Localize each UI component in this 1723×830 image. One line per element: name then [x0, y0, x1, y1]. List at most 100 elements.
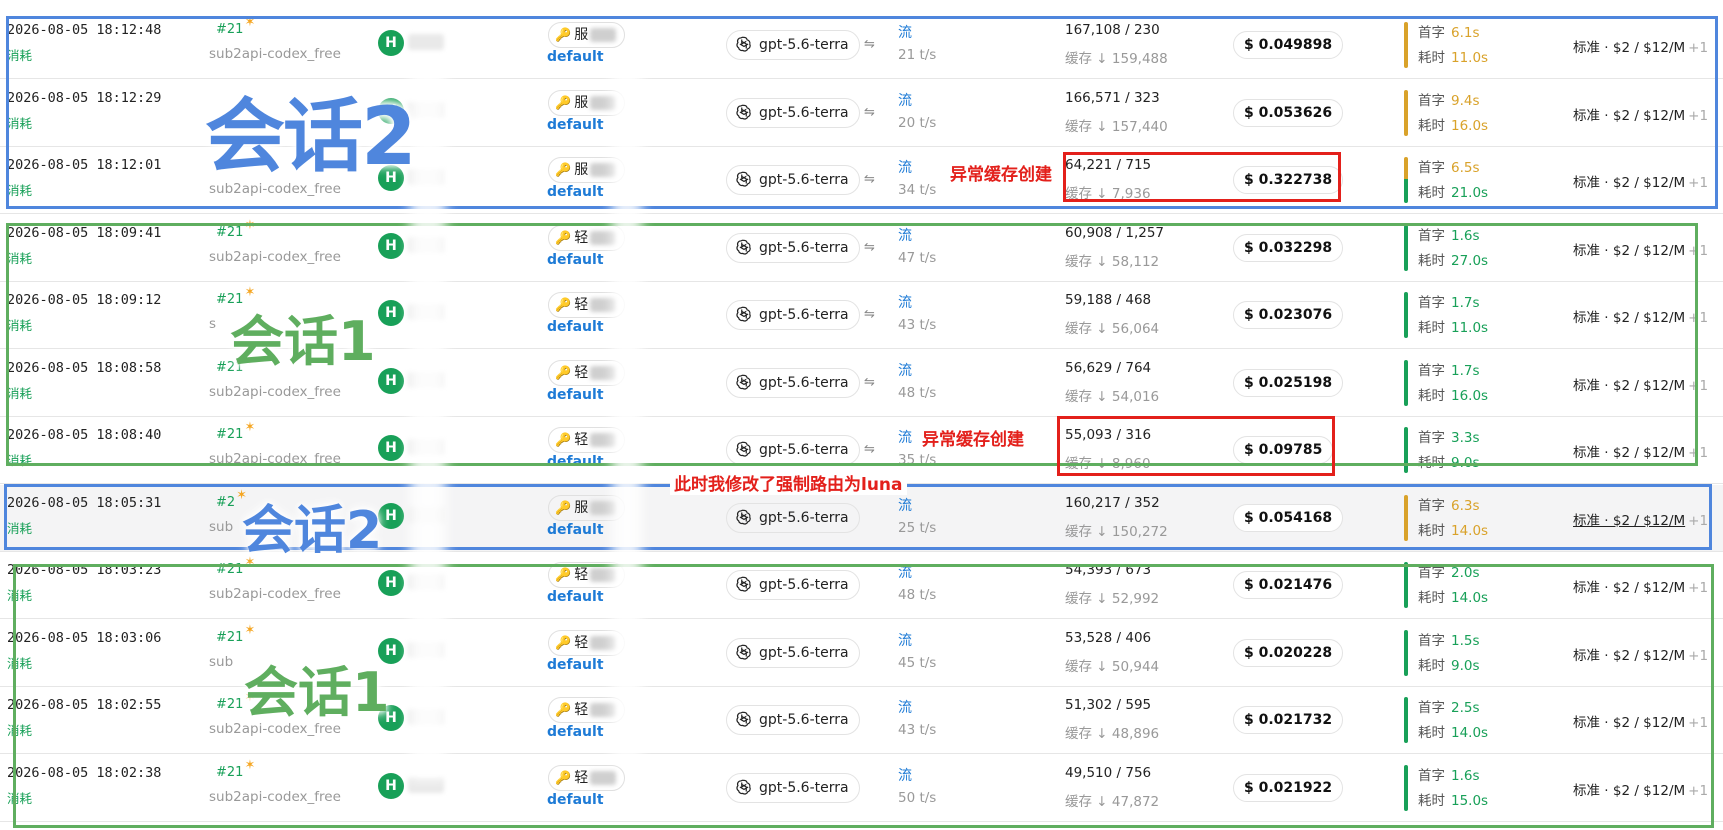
avatar[interactable]: H	[378, 232, 404, 259]
model-tag[interactable]: gpt-5.6-terra	[726, 97, 860, 128]
avatar[interactable]: H	[378, 435, 404, 461]
group-link[interactable]: default	[547, 792, 604, 808]
cost-badge[interactable]: $ 0.021732	[1233, 706, 1344, 734]
price-text: 标准 · $2 / $12/M	[1573, 107, 1686, 124]
group-link[interactable]: default	[547, 117, 604, 133]
group-link[interactable]: default	[547, 454, 604, 470]
log-type: 消耗	[7, 723, 33, 738]
avatar[interactable]: H	[378, 97, 404, 124]
token-key[interactable]: 🔑 服	[548, 22, 626, 48]
table-row[interactable]: 2026-08-05 18:08:58 消耗 #21✶ sub2api-codex_f…	[0, 350, 1723, 417]
model-tag[interactable]: gpt-5.6-terra	[726, 502, 860, 533]
price-info[interactable]: 标准 · $2 / $12/M +1	[1573, 509, 1708, 529]
route-icon[interactable]: ⇋	[864, 240, 875, 255]
price-info[interactable]: 标准 · $2 / $12/M +1	[1573, 374, 1708, 394]
group-link[interactable]: default	[547, 387, 604, 403]
token-key[interactable]: 🔑 轻	[548, 562, 626, 588]
table-row[interactable]: 2026-08-05 18:02:55 消耗 #21✶ sub2api-codex_f…	[0, 687, 1723, 754]
cost-badge[interactable]: $ 0.021476	[1233, 571, 1344, 599]
avatar[interactable]: H	[378, 637, 404, 664]
price-info[interactable]: 标准 · $2 / $12/M +1	[1573, 711, 1708, 731]
table-row[interactable]: 2026-08-05 18:08:40 消耗 #21✶ sub2api-codex_f…	[0, 417, 1723, 484]
cost-badge[interactable]: $ 0.021922	[1233, 773, 1344, 802]
price-info[interactable]: 标准 · $2 / $12/M +1	[1573, 576, 1708, 596]
price-info[interactable]: 标准 · $2 / $12/M +1	[1573, 171, 1708, 191]
model-tag[interactable]: gpt-5.6-terra	[726, 435, 860, 465]
model-tag[interactable]: gpt-5.6-terra	[726, 300, 860, 330]
token-key[interactable]: 🔑 轻	[548, 764, 626, 791]
token-key[interactable]: 🔑 轻	[548, 629, 626, 656]
token-key[interactable]: 🔑 服	[548, 89, 626, 116]
total-time-value: 9.0s	[1451, 657, 1480, 674]
group-link[interactable]: default	[547, 589, 604, 605]
route-icon[interactable]: ⇋	[864, 37, 875, 52]
group-link[interactable]: default	[547, 252, 604, 268]
route-icon[interactable]: ⇋	[864, 105, 875, 120]
table-row[interactable]: 2026-08-05 18:12:29 消耗 H 🔑 服 default gpt-5.6-t…	[0, 80, 1723, 147]
route-icon[interactable]: ⇋	[864, 442, 875, 457]
avatar[interactable]: H	[378, 30, 404, 56]
cost-badge[interactable]: $ 0.09785	[1233, 436, 1334, 464]
table-row[interactable]: 2026-08-05 18:05:31 消耗 #2✶ sub H 🔑 服 default gpt…	[0, 484, 1723, 552]
token-key[interactable]: 🔑 服	[548, 157, 626, 183]
route-icon[interactable]: ⇋	[864, 307, 875, 322]
token-speed: 35 t/s	[898, 452, 937, 468]
cost-badge[interactable]: $ 0.025198	[1233, 368, 1344, 397]
model-tag[interactable]: gpt-5.6-terra	[726, 30, 860, 60]
cost-badge[interactable]: $ 0.032298	[1233, 233, 1344, 262]
price-info[interactable]: 标准 · $2 / $12/M +1	[1573, 239, 1708, 259]
price-info[interactable]: 标准 · $2 / $12/M +1	[1573, 644, 1708, 664]
token-key[interactable]: 🔑 轻	[548, 697, 626, 723]
model-tag[interactable]: gpt-5.6-terra	[726, 232, 860, 263]
table-row[interactable]: 2026-08-05 18:02:38 消耗 #21✶ sub2api-codex_f…	[0, 755, 1723, 822]
group-link[interactable]: default	[547, 522, 604, 538]
avatar[interactable]: H	[378, 772, 404, 799]
model-tag[interactable]: gpt-5.6-terra	[726, 570, 860, 600]
latency-bar	[1404, 764, 1408, 811]
table-row[interactable]: 2026-08-05 18:09:41 消耗 #21✶ sub2api-codex_f…	[0, 215, 1723, 282]
group-link[interactable]: default	[547, 657, 604, 673]
cost-badge[interactable]: $ 0.054168	[1233, 503, 1344, 532]
table-row[interactable]: 2026-08-05 18:12:48 消耗 #21✶ sub2api-codex_f…	[0, 12, 1723, 79]
key-icon: 🔑	[555, 28, 572, 43]
avatar[interactable]: H	[378, 502, 404, 529]
avatar[interactable]: H	[378, 570, 404, 596]
table-row[interactable]: 2026-08-05 18:03:06 消耗 #21✶ sub H 🔑 轻 default gp…	[0, 620, 1723, 687]
model-tag[interactable]: gpt-5.6-terra	[726, 367, 860, 398]
token-key[interactable]: 🔑 轻	[548, 224, 626, 251]
avatar[interactable]: H	[378, 367, 404, 394]
price-info[interactable]: 标准 · $2 / $12/M +1	[1573, 104, 1708, 124]
avatar[interactable]: H	[378, 165, 404, 191]
price-info[interactable]: 标准 · $2 / $12/M +1	[1573, 779, 1708, 799]
table-row[interactable]: 2026-08-05 18:03:23 消耗 #21✶ sub2api-codex_f…	[0, 552, 1723, 619]
table-row[interactable]: 2026-08-05 18:09:12 消耗 #21✶ s H 🔑 轻 default gpt-…	[0, 282, 1723, 349]
token-key[interactable]: 🔑 轻	[548, 359, 626, 386]
cost-badge[interactable]: $ 0.023076	[1233, 301, 1344, 329]
model-tag[interactable]: gpt-5.6-terra	[726, 772, 860, 803]
group-link[interactable]: default	[547, 724, 604, 740]
token-key[interactable]: 🔑 服	[548, 494, 626, 521]
avatar[interactable]: H	[378, 705, 404, 731]
group-link[interactable]: default	[547, 319, 604, 335]
cost-badge[interactable]: $ 0.049898	[1233, 31, 1344, 59]
cost-badge[interactable]: $ 0.322738	[1233, 166, 1344, 194]
model-tag[interactable]: gpt-5.6-terra	[726, 705, 860, 735]
model-tag[interactable]: gpt-5.6-terra	[726, 165, 860, 195]
token-key-text: 轻	[574, 702, 589, 718]
route-icon[interactable]: ⇋	[864, 375, 875, 390]
channel-id-text: #21	[216, 292, 244, 307]
cost-badge[interactable]: $ 0.053626	[1233, 98, 1344, 127]
group-link[interactable]: default	[547, 184, 604, 200]
model-tag[interactable]: gpt-5.6-terra	[726, 637, 860, 668]
group-link[interactable]: default	[547, 49, 604, 65]
log-type: 消耗	[7, 790, 33, 806]
price-info[interactable]: 标准 · $2 / $12/M +1	[1573, 441, 1708, 461]
route-icon[interactable]: ⇋	[864, 172, 875, 187]
price-info[interactable]: 标准 · $2 / $12/M +1	[1573, 36, 1708, 56]
cost-badge[interactable]: $ 0.020228	[1233, 638, 1344, 667]
price-info[interactable]: 标准 · $2 / $12/M +1	[1573, 306, 1708, 326]
table-row[interactable]: 2026-08-05 18:12:01 消耗 sub2api-codex_free H…	[0, 147, 1723, 214]
token-key[interactable]: 🔑 轻	[548, 427, 626, 453]
avatar[interactable]: H	[378, 300, 404, 326]
token-key[interactable]: 🔑 轻	[548, 292, 626, 318]
